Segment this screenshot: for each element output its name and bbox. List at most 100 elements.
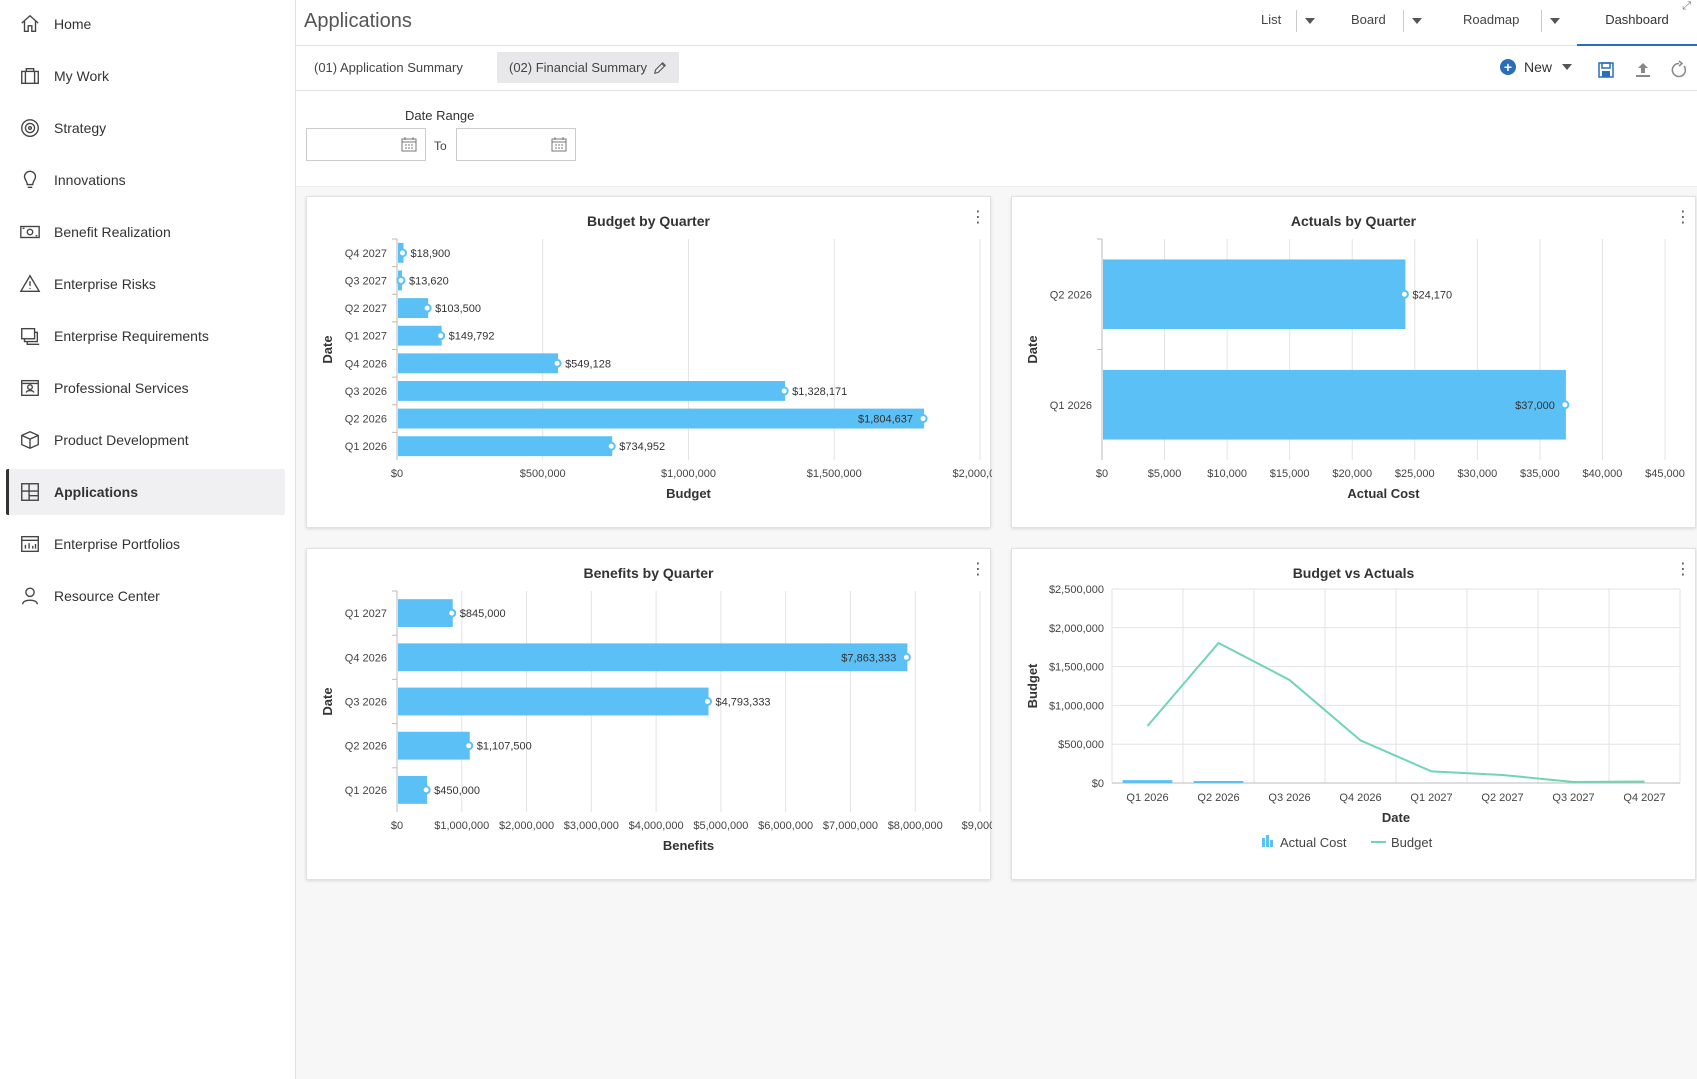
x-tick-label: Q4 2027 (1623, 792, 1665, 804)
money-icon (16, 218, 44, 246)
bar-end-marker (606, 441, 616, 451)
legend-actual-icon (1270, 840, 1273, 847)
new-button[interactable]: + New (1500, 58, 1573, 75)
sidebar-item-product-development[interactable]: Product Development (6, 417, 285, 463)
refresh-icon[interactable] (1669, 60, 1689, 80)
date-from-input[interactable] (306, 128, 426, 161)
layers-icon (16, 322, 44, 350)
view-roadmap-button[interactable]: Roadmap (1463, 12, 1519, 27)
sidebar-item-innovations[interactable]: Innovations (6, 157, 285, 203)
y-tick-label: Q2 2026 (345, 414, 387, 426)
y-tick-label: Q2 2026 (1050, 289, 1092, 301)
save-icon[interactable] (1596, 60, 1616, 80)
bar-end-marker (1560, 400, 1570, 410)
data-label: $13,620 (409, 275, 449, 287)
data-label: $103,500 (435, 303, 481, 315)
x-tick-label: Q4 2026 (1339, 792, 1381, 804)
bar (398, 643, 908, 672)
sidebar-item-enterprise-risks[interactable]: Enterprise Risks (6, 261, 285, 307)
expand-icon[interactable]: ⤢ (1682, 0, 1691, 13)
x-tick-label: $1,000,000 (661, 468, 716, 480)
view-list-button[interactable]: List (1261, 12, 1281, 27)
view-list-dropdown[interactable] (1296, 10, 1320, 32)
tab-financial-summary[interactable]: (02) Financial Summary (497, 52, 679, 83)
y-tick-label: $0 (1092, 778, 1104, 790)
sidebar-item-my-work[interactable]: My Work (6, 53, 285, 99)
x-tick-label: $0 (391, 468, 403, 480)
calendar-icon[interactable] (551, 137, 567, 152)
data-label: $450,000 (434, 785, 480, 797)
y-tick-label: $500,000 (1058, 739, 1104, 751)
y-tick-label: Q4 2027 (345, 248, 387, 260)
view-dashboard-tab[interactable]: Dashboard (1577, 0, 1697, 46)
y-tick-label: $2,500,000 (1049, 584, 1104, 596)
x-tick-label: Q1 2026 (1126, 792, 1168, 804)
sidebar-item-resource-center[interactable]: Resource Center (6, 573, 285, 619)
new-button-label: New (1524, 58, 1553, 75)
bar-end-marker (901, 652, 911, 662)
sidebar-item-benefit-realization[interactable]: Benefit Realization (6, 209, 285, 255)
warning-icon (16, 270, 44, 298)
sidebar-item-label: Professional Services (54, 380, 189, 396)
x-tick-label: $5,000 (1148, 468, 1182, 480)
x-tick-label: $1,000,000 (434, 820, 489, 832)
sidebar-item-enterprise-portfolios[interactable]: Enterprise Portfolios (6, 521, 285, 567)
bar-end-marker (552, 358, 562, 368)
x-tick-label: Q1 2027 (1410, 792, 1452, 804)
lightbulb-icon (16, 166, 44, 194)
legend-actual-icon (1266, 835, 1269, 847)
view-board-button[interactable]: Board (1351, 12, 1386, 27)
data-label: $149,792 (449, 331, 495, 343)
chart-card-benefits-by-quarter: Benefits by Quarter ⋮ $0 $1,000,000 $2,000… (306, 548, 992, 880)
chart-card-actuals-by-quarter: Actuals by Quarter ⋮ $0 $5,000 $10,000 $15,… (1011, 196, 1696, 528)
bar-end-marker (422, 303, 432, 313)
x-tick-label: Q2 2027 (1481, 792, 1523, 804)
x-tick-label: Q3 2027 (1552, 792, 1594, 804)
view-board-dropdown[interactable] (1403, 10, 1427, 32)
x-tick-label: Q3 2026 (1268, 792, 1310, 804)
legend-label: Budget (1391, 835, 1433, 850)
sidebar-item-label: Innovations (54, 172, 126, 188)
x-tick-label: $25,000 (1395, 468, 1435, 480)
chart-actuals-by-quarter: $0 $5,000 $10,000 $15,000 $20,000 $25,000 $30,… (1025, 238, 1685, 501)
sidebar-item-professional-services[interactable]: Professional Services (6, 365, 285, 411)
date-to-input[interactable] (456, 128, 576, 161)
bar-end-marker (779, 386, 789, 396)
bar-end-marker (464, 741, 474, 751)
x-axis-title: Budget (666, 486, 711, 501)
data-label: $1,107,500 (477, 741, 532, 753)
bar (398, 325, 442, 346)
sidebar-item-home[interactable]: Home (6, 1, 285, 47)
y-tick-label: Q1 2026 (345, 785, 387, 797)
pencil-icon[interactable] (653, 61, 667, 75)
tab-application-summary[interactable]: (01) Application Summary (302, 52, 475, 83)
to-label: To (434, 139, 447, 153)
view-roadmap-dropdown[interactable] (1541, 10, 1565, 32)
data-label: $37,000 (1515, 400, 1555, 412)
data-label: $24,170 (1412, 289, 1452, 301)
bar-end-marker (918, 414, 928, 424)
actual-cost-bar (1122, 780, 1173, 783)
sidebar-item-strategy[interactable]: Strategy (6, 105, 285, 151)
upload-icon[interactable] (1633, 60, 1653, 80)
sidebar-item-enterprise-requirements[interactable]: Enterprise Requirements (6, 313, 285, 359)
header: Applications List Board Roadmap Dashboar… (296, 0, 1697, 46)
x-axis-title: Date (1382, 810, 1410, 825)
bar (398, 687, 709, 716)
data-label: $7,863,333 (841, 652, 896, 664)
home-icon (16, 10, 44, 38)
x-tick-label: $6,000,000 (758, 820, 813, 832)
bar (398, 353, 559, 374)
y-tick-label: Q3 2026 (345, 697, 387, 709)
sidebar-item-label: Resource Center (54, 588, 160, 604)
calendar-icon[interactable] (401, 137, 417, 152)
x-axis-title: Actual Cost (1347, 486, 1420, 501)
sidebar-item-label: Enterprise Portfolios (54, 536, 181, 552)
x-tick-label: $30,000 (1457, 468, 1497, 480)
sidebar-item-applications[interactable]: Applications (6, 469, 285, 515)
date-range-label: Date Range (405, 108, 475, 123)
bar-end-marker (447, 608, 457, 618)
y-tick-label: Q4 2026 (345, 652, 387, 664)
contact-card-icon (16, 374, 44, 402)
sidebar-item-label: Home (54, 16, 92, 32)
